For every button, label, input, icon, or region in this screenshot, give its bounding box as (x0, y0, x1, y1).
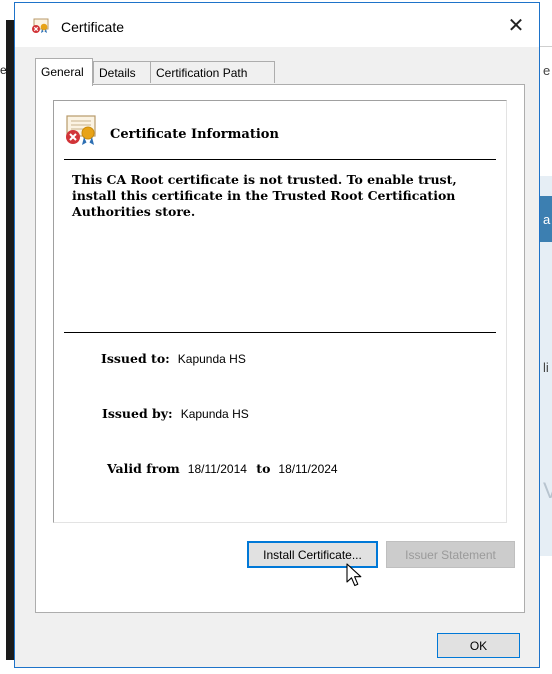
issued-to-value: Kapunda HS (177, 352, 246, 366)
valid-from-value: 18/11/2014 (187, 462, 247, 476)
issued-to-label: Issued to: (101, 351, 170, 366)
divider-top (64, 159, 496, 160)
tab-general-label: General (41, 65, 84, 79)
issued-by-row: Issued by: Kapunda HS (102, 406, 249, 421)
background-divider (540, 46, 552, 47)
issued-by-value: Kapunda HS (180, 407, 249, 421)
general-tab-panel: Certificate Information This CA Root cer… (35, 84, 525, 613)
valid-to-value: 18/11/2024 (278, 462, 338, 476)
tab-certification-path[interactable]: Certification Path (150, 61, 275, 83)
trust-warning-message: This CA Root certificate is not trusted.… (72, 172, 457, 219)
validity-row: Valid from 18/11/2014 to 18/11/2024 (107, 461, 338, 476)
issued-by-label: Issued by: (102, 406, 173, 421)
window-title: Certificate (61, 19, 125, 35)
title-bar[interactable]: Certificate ✕ (15, 3, 539, 47)
tab-general[interactable]: General (35, 58, 93, 86)
divider-bottom (64, 332, 496, 333)
certificate-info-title: Certificate Information (110, 127, 279, 142)
close-button[interactable]: ✕ (493, 3, 539, 47)
close-icon: ✕ (507, 14, 525, 37)
tab-details-label: Details (99, 66, 136, 80)
ok-button[interactable]: OK (437, 633, 520, 658)
background-text-right-1: e (543, 63, 551, 78)
valid-from-label: Valid from (107, 461, 180, 476)
certificate-error-icon (32, 18, 49, 33)
background-text-right-3: li (543, 360, 549, 375)
issuer-statement-button[interactable]: Issuer Statement (386, 541, 515, 568)
tab-details[interactable]: Details (93, 61, 151, 83)
background-text-right-2: a (543, 212, 551, 227)
certificate-dialog: Certificate ✕ General Details Certificat… (14, 2, 540, 668)
background-text-right-4: V (543, 478, 552, 503)
valid-to-label: to (256, 461, 271, 476)
certificate-info-box: Certificate Information This CA Root cer… (53, 100, 507, 523)
issued-to-row: Issued to: Kapunda HS (101, 351, 246, 366)
background-text-left: e (0, 63, 7, 77)
certificate-error-large-icon (66, 115, 96, 145)
mouse-pointer-icon (346, 563, 362, 587)
tab-certification-path-label: Certification Path (156, 66, 248, 80)
